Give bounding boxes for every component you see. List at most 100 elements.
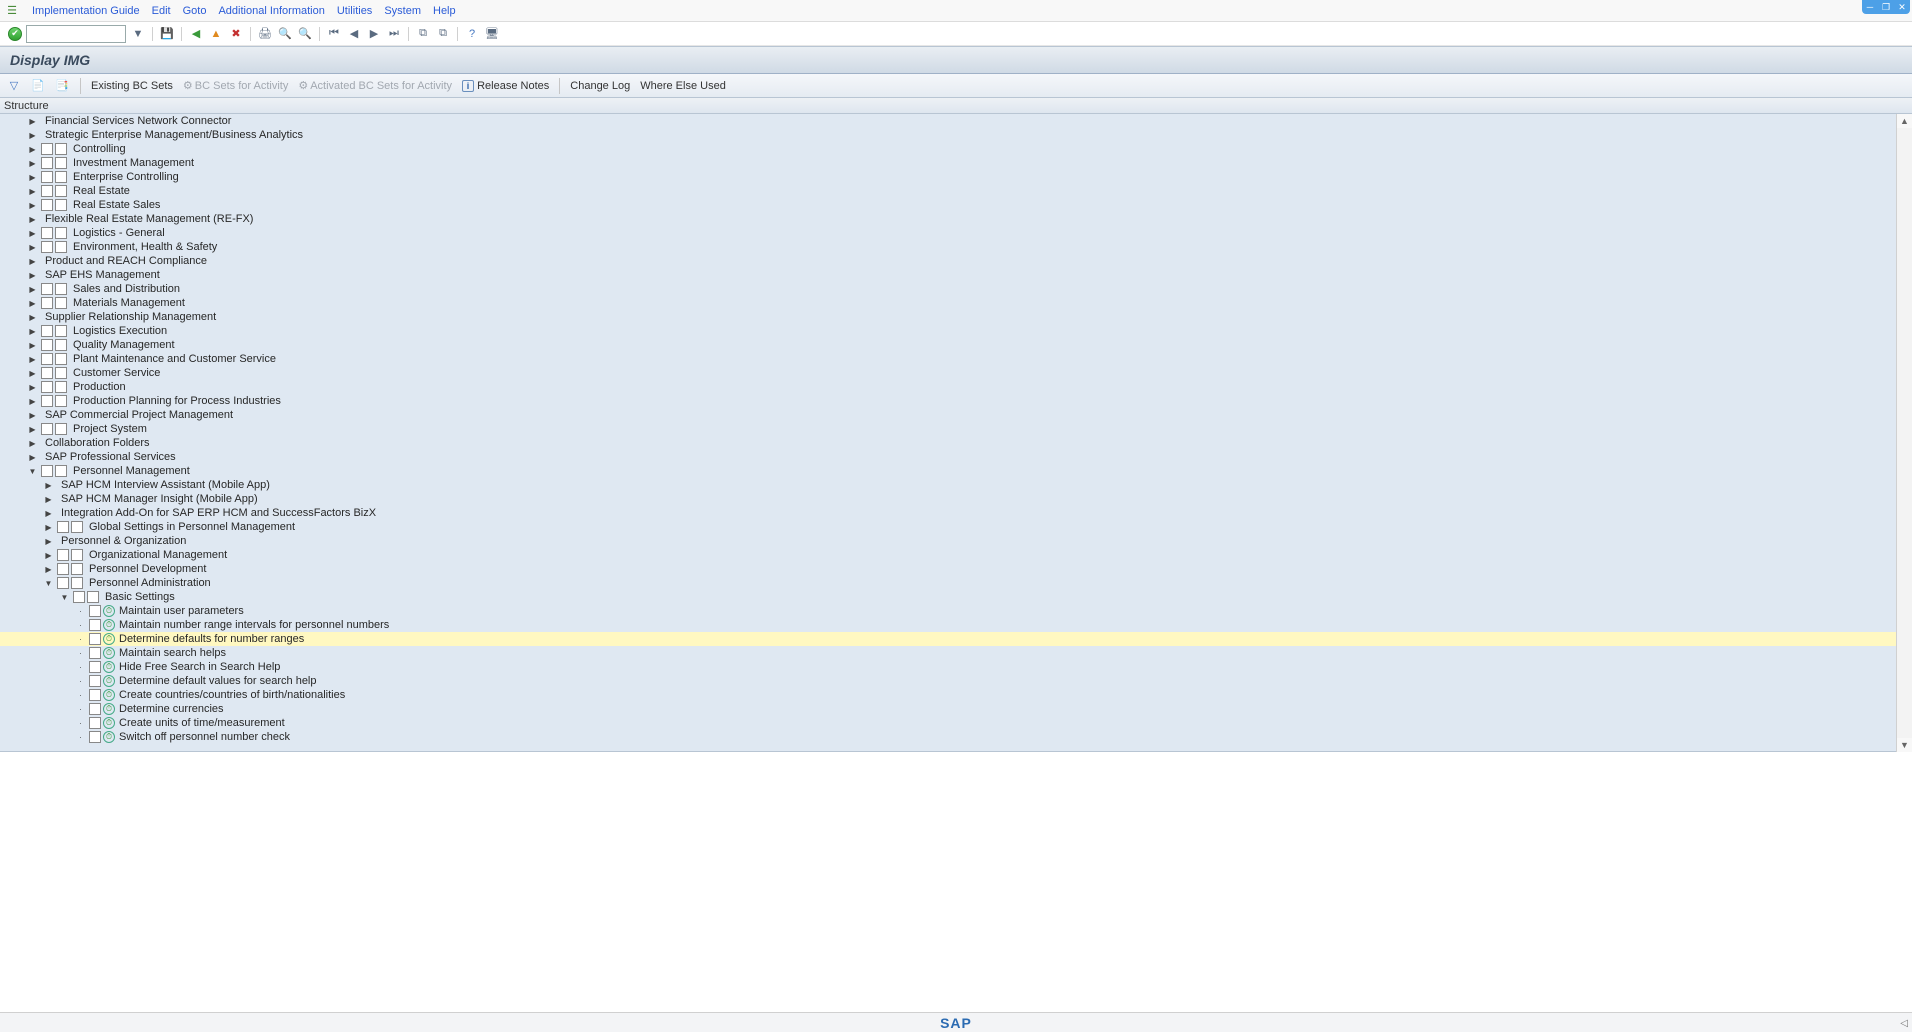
- tree-row[interactable]: ▶Customer Service: [0, 366, 1912, 380]
- tree-row[interactable]: ▶Enterprise Controlling: [0, 170, 1912, 184]
- tree-row[interactable]: ▶Collaboration Folders: [0, 436, 1912, 450]
- next-page-icon[interactable]: ▶: [366, 26, 382, 42]
- find-next-icon[interactable]: 🔍: [297, 26, 313, 42]
- tree-row[interactable]: ▶Financial Services Network Connector: [0, 114, 1912, 128]
- activity-icon[interactable]: [55, 353, 67, 365]
- existing-bc-sets-button[interactable]: Existing BC Sets: [91, 80, 173, 92]
- doc-icon[interactable]: [41, 241, 53, 253]
- layout-icon[interactable]: 🖥: [484, 26, 500, 42]
- expand-icon[interactable]: ▶: [28, 215, 37, 224]
- bc-sets-for-activity-button[interactable]: ⚙BC Sets for Activity: [183, 79, 288, 92]
- expand-icon[interactable]: ▶: [28, 159, 37, 168]
- menu-system[interactable]: System: [384, 5, 421, 17]
- expand-icon[interactable]: ▶: [28, 299, 37, 308]
- menu-help[interactable]: Help: [433, 5, 456, 17]
- img-tree[interactable]: ▶Financial Services Network Connector▶St…: [0, 114, 1912, 752]
- tree-row[interactable]: ▶Organizational Management: [0, 548, 1912, 562]
- tree-row[interactable]: ▶SAP HCM Interview Assistant (Mobile App…: [0, 478, 1912, 492]
- expand-icon[interactable]: ▶: [28, 397, 37, 406]
- expand-icon[interactable]: ·: [76, 663, 85, 672]
- expand-icon[interactable]: ▶: [28, 341, 37, 350]
- doc-icon[interactable]: [57, 563, 69, 575]
- expand-icon[interactable]: ·: [76, 635, 85, 644]
- menu-additional-information[interactable]: Additional Information: [218, 5, 324, 17]
- doc-icon[interactable]: [41, 185, 53, 197]
- where-else-used-button[interactable]: Where Else Used: [640, 80, 726, 92]
- expand-icon[interactable]: ▶: [28, 117, 37, 126]
- tree-row[interactable]: ·⏱Determine default values for search he…: [0, 674, 1912, 688]
- cancel-icon[interactable]: ✖: [228, 26, 244, 42]
- doc-icon[interactable]: [41, 157, 53, 169]
- expand-icon[interactable]: ▶: [28, 243, 37, 252]
- activity-icon[interactable]: [55, 325, 67, 337]
- expand-all-icon[interactable]: ▽: [6, 78, 22, 94]
- tcode-input[interactable]: [26, 25, 126, 43]
- doc-icon[interactable]: [89, 661, 101, 673]
- doc-icon[interactable]: [41, 283, 53, 295]
- expand-icon[interactable]: ▶: [44, 551, 53, 560]
- new-session-icon[interactable]: ⧉: [415, 26, 431, 42]
- tree-row[interactable]: ▶Personnel Development: [0, 562, 1912, 576]
- execute-icon[interactable]: ⏱: [103, 675, 115, 687]
- expand-icon[interactable]: ·: [76, 607, 85, 616]
- expand-icon[interactable]: ▼: [60, 593, 69, 602]
- tree-row[interactable]: ▶SAP EHS Management: [0, 268, 1912, 282]
- doc-icon[interactable]: [41, 171, 53, 183]
- app-menu-icon[interactable]: ☰: [4, 3, 20, 19]
- tree-row[interactable]: ▶Product and REACH Compliance: [0, 254, 1912, 268]
- doc-icon[interactable]: [89, 717, 101, 729]
- tree-row[interactable]: ▶Controlling: [0, 142, 1912, 156]
- expand-icon[interactable]: ·: [76, 705, 85, 714]
- doc-icon[interactable]: [57, 521, 69, 533]
- minimize-icon[interactable]: ─: [1862, 0, 1878, 14]
- expand-icon[interactable]: ▶: [44, 537, 53, 546]
- expand-icon[interactable]: ▶: [28, 425, 37, 434]
- dropdown-icon[interactable]: ▼: [130, 26, 146, 42]
- expand-icon[interactable]: ·: [76, 733, 85, 742]
- expand-icon[interactable]: ▼: [44, 579, 53, 588]
- scroll-up-icon[interactable]: ▲: [1897, 114, 1912, 128]
- execute-icon[interactable]: ⏱: [103, 605, 115, 617]
- tree-row[interactable]: ▶Environment, Health & Safety: [0, 240, 1912, 254]
- expand-icon[interactable]: ▶: [28, 229, 37, 238]
- doc-icon[interactable]: [41, 339, 53, 351]
- tree-row[interactable]: ▶Supplier Relationship Management: [0, 310, 1912, 324]
- expand-icon[interactable]: ▶: [28, 313, 37, 322]
- expand-icon[interactable]: ·: [76, 621, 85, 630]
- tree-row[interactable]: ▶Integration Add-On for SAP ERP HCM and …: [0, 506, 1912, 520]
- execute-icon[interactable]: ⏱: [103, 647, 115, 659]
- tree-row[interactable]: ▶Logistics Execution: [0, 324, 1912, 338]
- activity-icon[interactable]: [71, 549, 83, 561]
- close-icon[interactable]: ✕: [1894, 0, 1910, 14]
- activity-icon[interactable]: [71, 563, 83, 575]
- tree-row[interactable]: ·⏱Hide Free Search in Search Help: [0, 660, 1912, 674]
- tree-row[interactable]: ·⏱Switch off personnel number check: [0, 730, 1912, 744]
- tree-row[interactable]: ▶SAP HCM Manager Insight (Mobile App): [0, 492, 1912, 506]
- expand-icon[interactable]: ▶: [28, 257, 37, 266]
- expand-icon[interactable]: ▶: [28, 383, 37, 392]
- activity-icon[interactable]: [55, 185, 67, 197]
- expand-icon[interactable]: ▶: [28, 439, 37, 448]
- tree-row[interactable]: ▶Real Estate Sales: [0, 198, 1912, 212]
- expand-icon[interactable]: ·: [76, 691, 85, 700]
- doc-icon[interactable]: [57, 577, 69, 589]
- tree-row[interactable]: ▶Materials Management: [0, 296, 1912, 310]
- tree-row[interactable]: ▶Plant Maintenance and Customer Service: [0, 352, 1912, 366]
- tree-row[interactable]: ▶Personnel & Organization: [0, 534, 1912, 548]
- activity-icon[interactable]: [55, 171, 67, 183]
- restore-icon[interactable]: ❐: [1878, 0, 1894, 14]
- save-icon[interactable]: 💾: [159, 26, 175, 42]
- expand-icon[interactable]: ▶: [28, 355, 37, 364]
- execute-icon[interactable]: ⏱: [103, 689, 115, 701]
- activity-icon[interactable]: [55, 199, 67, 211]
- tree-row[interactable]: ▶Quality Management: [0, 338, 1912, 352]
- doc-icon[interactable]: [41, 353, 53, 365]
- expand-icon[interactable]: ·: [76, 677, 85, 686]
- expand-icon[interactable]: ▶: [28, 369, 37, 378]
- scroll-down-icon[interactable]: ▼: [1897, 738, 1912, 752]
- tree-row[interactable]: ▶Strategic Enterprise Management/Busines…: [0, 128, 1912, 142]
- tree-row[interactable]: ▶Project System: [0, 422, 1912, 436]
- activity-icon[interactable]: [71, 577, 83, 589]
- activity-icon[interactable]: [55, 395, 67, 407]
- expand-icon[interactable]: ▶: [44, 565, 53, 574]
